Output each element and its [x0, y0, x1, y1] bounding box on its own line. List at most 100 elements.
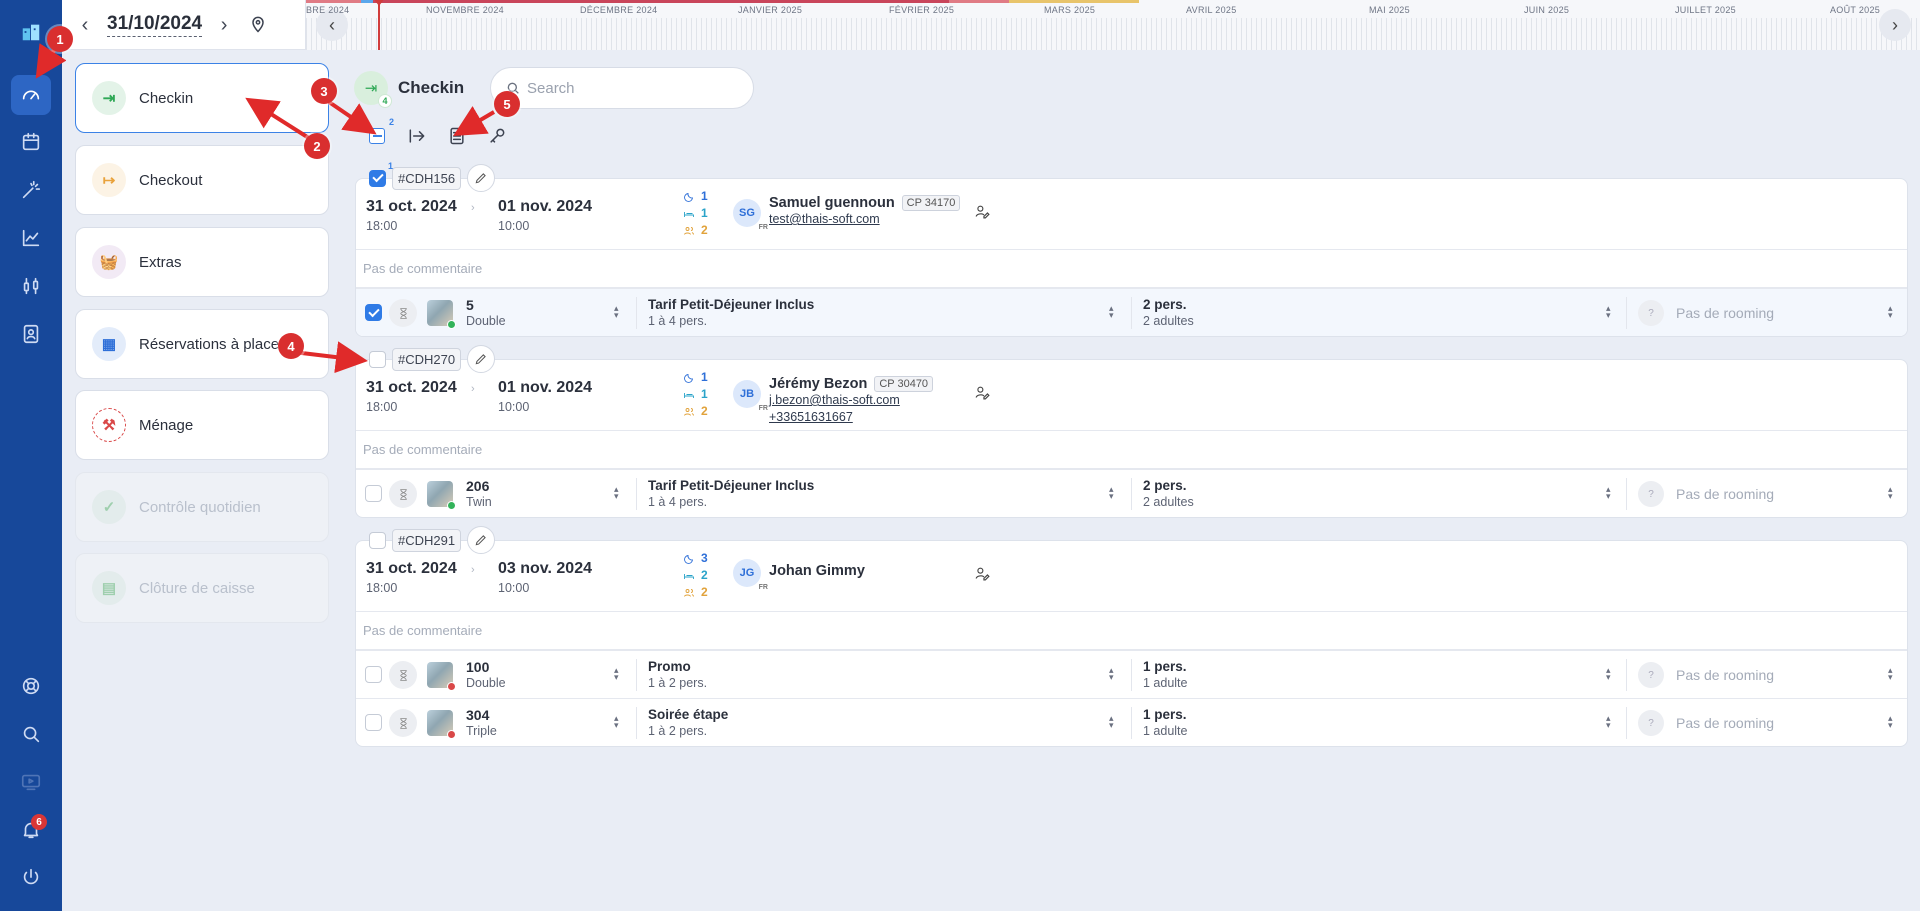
select-chevron-icon[interactable]: ▴ ▾	[614, 304, 619, 320]
select-chevron-icon[interactable]: ▴ ▾	[614, 714, 619, 730]
room-checkbox[interactable]	[365, 714, 382, 731]
room-checkbox[interactable]	[365, 304, 382, 321]
menu-checkin-button[interactable]: ⇥ Checkin	[75, 63, 329, 133]
search-box[interactable]	[490, 67, 754, 109]
magic-wand-icon[interactable]	[11, 170, 51, 210]
timeline-current-marker[interactable]	[373, 0, 385, 50]
sliders-icon[interactable]	[11, 266, 51, 306]
contact-card-icon[interactable]	[11, 314, 51, 354]
rooming-label: Pas de rooming	[1676, 486, 1775, 502]
monitor-icon[interactable]	[11, 762, 51, 802]
edit-booking-button[interactable]	[467, 345, 496, 373]
booking-details: 31 oct. 2024 18:00 › 03 nov. 2024 10:00 3 2 2 JG…	[355, 540, 1908, 747]
hourglass-button[interactable]	[389, 709, 417, 737]
rooming-label: Pas de rooming	[1676, 667, 1775, 683]
checkout-icon: ↦	[92, 163, 126, 197]
checkin-action-button[interactable]	[404, 123, 430, 149]
chart-icon[interactable]	[11, 218, 51, 258]
column-divider	[1131, 297, 1132, 329]
booking-reference[interactable]: #CDH291	[392, 528, 462, 552]
dashboard-icon[interactable]	[11, 75, 51, 115]
booking-checkbox[interactable]	[369, 350, 386, 368]
rate-info[interactable]: Soirée étape 1 à 2 pers.	[648, 707, 728, 738]
select-chevron-icon[interactable]: ▴ ▾	[614, 485, 619, 501]
pax-info[interactable]: 2 pers. 2 adultes	[1143, 297, 1194, 328]
menu-menage-button[interactable]: ⚒ Ménage	[75, 390, 329, 460]
select-chevron-icon[interactable]: ▴ ▾	[1109, 485, 1114, 501]
booking-checkbox[interactable]	[369, 531, 386, 549]
power-icon[interactable]	[11, 858, 51, 898]
rooming-select[interactable]: ? Pas de rooming	[1638, 710, 1774, 736]
pax-info[interactable]: 1 pers. 1 adulte	[1143, 659, 1187, 690]
key-button[interactable]	[484, 123, 510, 149]
previous-day-button[interactable]: ‹	[71, 11, 99, 39]
menu-extras-button[interactable]: 🧺 Extras	[75, 227, 329, 297]
guest-settings-button[interactable]	[974, 384, 991, 406]
persons-count: 2	[683, 222, 708, 239]
location-pin-icon[interactable]	[248, 14, 270, 36]
guest-name[interactable]: Samuel guennoun	[769, 195, 895, 211]
next-day-button[interactable]: ›	[210, 11, 238, 39]
guest-name[interactable]: Johan Gimmy	[769, 563, 865, 579]
room-checkbox[interactable]	[365, 666, 382, 683]
rate-info[interactable]: Tarif Petit-Déjeuner Inclus 1 à 4 pers.	[648, 297, 814, 328]
pax-count: 1 pers.	[1143, 707, 1187, 722]
pax-info[interactable]: 2 pers. 2 adultes	[1143, 478, 1194, 509]
select-chevron-icon[interactable]: ▴ ▾	[1606, 304, 1611, 320]
bell-icon[interactable]: 6	[11, 810, 51, 850]
menu-checkout-button[interactable]: ↦ Checkout	[75, 145, 329, 215]
hourglass-icon	[399, 669, 407, 681]
booking-checkbox[interactable]: 1	[369, 161, 393, 187]
timeline-occupancy-bar	[361, 0, 373, 3]
hourglass-button[interactable]	[389, 480, 417, 508]
select-chevron-icon[interactable]: ▴ ▾	[1888, 714, 1893, 730]
select-chevron-icon[interactable]: ▴ ▾	[1109, 714, 1114, 730]
booking-reference[interactable]: #CDH156	[392, 166, 462, 190]
select-chevron-icon[interactable]: ▴ ▾	[1109, 666, 1114, 682]
arrival-date: 31 oct. 2024	[366, 198, 457, 215]
select-chevron-icon[interactable]: ▴ ▾	[1888, 666, 1893, 682]
rate-info[interactable]: Promo 1 à 2 pers.	[648, 659, 707, 690]
timeline[interactable]: ‹ › BRE 2024 NOVEMBRE 2024 DÉCEMBRE 2024 JA…	[305, 0, 1920, 50]
unknown-guest-icon: ?	[1638, 710, 1664, 736]
pax-info[interactable]: 1 pers. 1 adulte	[1143, 707, 1187, 738]
select-chevron-icon[interactable]: ▴ ▾	[614, 666, 619, 682]
guest-phone[interactable]: +33651631667	[769, 409, 933, 426]
select-chevron-icon[interactable]: ▴ ▾	[1606, 666, 1611, 682]
guest-settings-button[interactable]	[974, 203, 991, 225]
help-icon[interactable]	[11, 666, 51, 706]
menu-label: Extras	[139, 253, 182, 271]
rate-info[interactable]: Tarif Petit-Déjeuner Inclus 1 à 4 pers.	[648, 478, 814, 509]
menu-label: Contrôle quotidien	[139, 498, 261, 516]
booking-reference[interactable]: #CDH270	[392, 347, 462, 371]
room-info: 304 Triple	[466, 707, 497, 738]
edit-booking-button[interactable]	[467, 164, 496, 192]
current-date[interactable]: 31/10/2024	[107, 13, 203, 37]
edit-booking-button[interactable]	[467, 526, 496, 554]
guest-email[interactable]: j.bezon@thais-soft.com	[769, 392, 933, 409]
select-all-checkbox[interactable]: 2	[364, 117, 394, 149]
booking-comment: Pas de commentaire	[356, 612, 1907, 650]
nights-value: 1	[701, 189, 708, 203]
select-chevron-icon[interactable]: ▴ ▾	[1888, 304, 1893, 320]
select-chevron-icon[interactable]: ▴ ▾	[1109, 304, 1114, 320]
select-chevron-icon[interactable]: ▴ ▾	[1606, 714, 1611, 730]
search-icon[interactable]	[11, 714, 51, 754]
arrival-date: 31 oct. 2024	[366, 379, 457, 396]
calendar-icon[interactable]	[11, 122, 51, 162]
rooming-select[interactable]: ? Pas de rooming	[1638, 481, 1774, 507]
room-checkbox[interactable]	[365, 485, 382, 502]
hourglass-button[interactable]	[389, 299, 417, 327]
guest-settings-button[interactable]	[974, 565, 991, 587]
hourglass-button[interactable]	[389, 661, 417, 689]
guest-name[interactable]: Jérémy Bezon	[769, 376, 867, 392]
rooming-select[interactable]: ? Pas de rooming	[1638, 662, 1774, 688]
search-input[interactable]	[527, 79, 747, 97]
rooming-select[interactable]: ? Pas de rooming	[1638, 300, 1774, 326]
select-chevron-icon[interactable]: ▴ ▾	[1888, 485, 1893, 501]
guest-email[interactable]: test@thais-soft.com	[769, 211, 960, 228]
hotel-logo-icon[interactable]	[11, 12, 51, 52]
select-chevron-icon[interactable]: ▴ ▾	[1606, 485, 1611, 501]
timeline-next-button[interactable]: ›	[1879, 9, 1911, 41]
registration-form-button[interactable]	[444, 123, 470, 149]
